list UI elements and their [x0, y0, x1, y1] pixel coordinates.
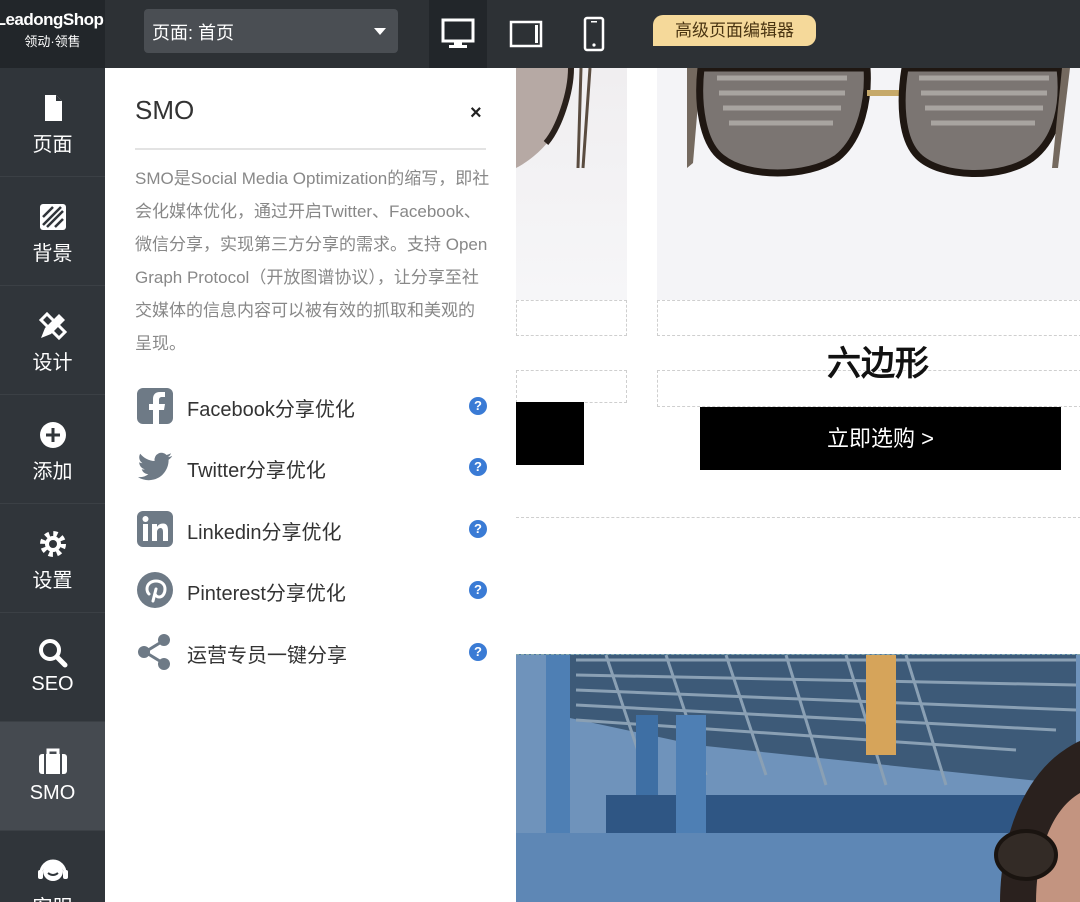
option-label: Twitter分享优化 [187, 460, 326, 482]
sidebar-item-label: SEO [31, 673, 74, 695]
mobile-view-button[interactable] [565, 0, 623, 68]
twitter-icon [138, 452, 173, 481]
divider [135, 148, 486, 150]
panel-title: SMO [135, 95, 195, 125]
sunglasses-partial-image [516, 68, 592, 169]
help-icon[interactable]: ? [469, 581, 487, 599]
product-image[interactable] [657, 68, 1080, 300]
sidebar-item-settings[interactable]: 设置 [0, 504, 105, 613]
placeholder-box [516, 300, 627, 336]
logo[interactable]: LeadongShop 领动·领售 [0, 0, 105, 68]
monitor-icon [441, 18, 475, 48]
close-icon[interactable]: × [470, 102, 482, 125]
buy-button[interactable] [516, 402, 584, 465]
placeholder-box [657, 300, 1080, 336]
chevron-down-icon [374, 28, 386, 35]
option-label: Pinterest分享优化 [187, 583, 346, 605]
tablet-icon [509, 20, 543, 48]
sidebar-item-add[interactable]: 添加 [0, 395, 105, 504]
desktop-view-button[interactable] [429, 0, 487, 68]
sidebar-item-label: 页面 [32, 134, 73, 156]
smo-description: SMO是Social Media Optimization的缩写，即社会化媒体优… [135, 169, 490, 353]
sunglasses-image [687, 68, 1070, 177]
advanced-editor-button[interactable]: 高级页面编辑器 [653, 15, 816, 46]
option-twitter[interactable]: Twitter分享优化 ? [135, 447, 487, 487]
option-facebook[interactable]: Facebook分享优化 ? [135, 386, 487, 426]
linkedin-icon [137, 511, 173, 547]
sidebar-item-label: 背景 [32, 243, 73, 265]
stripes-icon [39, 204, 66, 230]
sidebar-item-design[interactable]: 设计 [0, 286, 105, 395]
page-select-value: 页面: 首页 [152, 23, 235, 43]
phone-icon [583, 16, 605, 52]
product-image[interactable] [516, 68, 627, 300]
sidebar-item-pages[interactable]: 页面 [0, 68, 105, 177]
sidebar-item-support[interactable]: 客服 [0, 831, 105, 902]
option-pinterest[interactable]: Pinterest分享优化 ? [135, 570, 487, 610]
briefcase-icon [38, 748, 67, 774]
plus-circle-icon [39, 422, 66, 448]
sidebar-item-seo[interactable]: SEO [0, 613, 105, 722]
file-icon [44, 95, 62, 121]
facebook-icon [137, 388, 173, 424]
smo-panel: SMO × SMO是Social Media Optimization的缩写，即… [105, 68, 516, 902]
product-name[interactable]: 六边形 [827, 336, 929, 385]
tablet-view-button[interactable] [497, 0, 555, 68]
sidebar-item-label: 设置 [32, 570, 73, 592]
banner-photo[interactable] [516, 654, 1080, 902]
top-bar: LeadongShop 领动·领售 页面: 首页 高级页面编辑器 [0, 0, 1080, 68]
sidebar-item-label: 添加 [32, 461, 73, 483]
sidebar-item-background[interactable]: 背景 [0, 177, 105, 286]
help-icon[interactable]: ? [469, 520, 487, 538]
page-select[interactable]: 页面: 首页 [144, 9, 398, 53]
help-icon[interactable]: ? [469, 643, 487, 661]
option-operator-share[interactable]: 运营专员一键分享 ? [135, 632, 487, 672]
option-label: Linkedin分享优化 [187, 522, 342, 544]
share-icon [138, 634, 170, 670]
page-preview[interactable]: 六边形 立即选购 > [516, 68, 1080, 902]
placeholder-box [516, 370, 627, 403]
sidebar-item-label: 设计 [32, 352, 73, 374]
gear-icon [39, 531, 66, 557]
headset-icon [37, 859, 68, 881]
help-icon[interactable]: ? [469, 397, 487, 415]
option-label: Facebook分享优化 [187, 399, 355, 421]
pinterest-icon [137, 572, 173, 608]
buy-button[interactable]: 立即选购 > [700, 407, 1061, 470]
logo-subtext: 领动·领售 [24, 34, 81, 49]
option-label: 运营专员一键分享 [187, 645, 347, 667]
search-icon [38, 639, 67, 668]
sidebar-item-smo[interactable]: SMO [0, 722, 105, 831]
option-linkedin[interactable]: Linkedin分享优化 ? [135, 509, 487, 549]
help-icon[interactable]: ? [469, 458, 487, 476]
sidebar: 页面 背景 设计 添加 设置 SEO SMO 客服 [0, 68, 105, 902]
design-icon [38, 311, 67, 341]
lifestyle-photo-image [516, 655, 1080, 902]
sidebar-item-label: SMO [29, 782, 76, 804]
section-divider [516, 517, 1080, 518]
sidebar-item-label: 客服 [0, 891, 105, 902]
logo-text: LeadongShop [0, 10, 104, 29]
